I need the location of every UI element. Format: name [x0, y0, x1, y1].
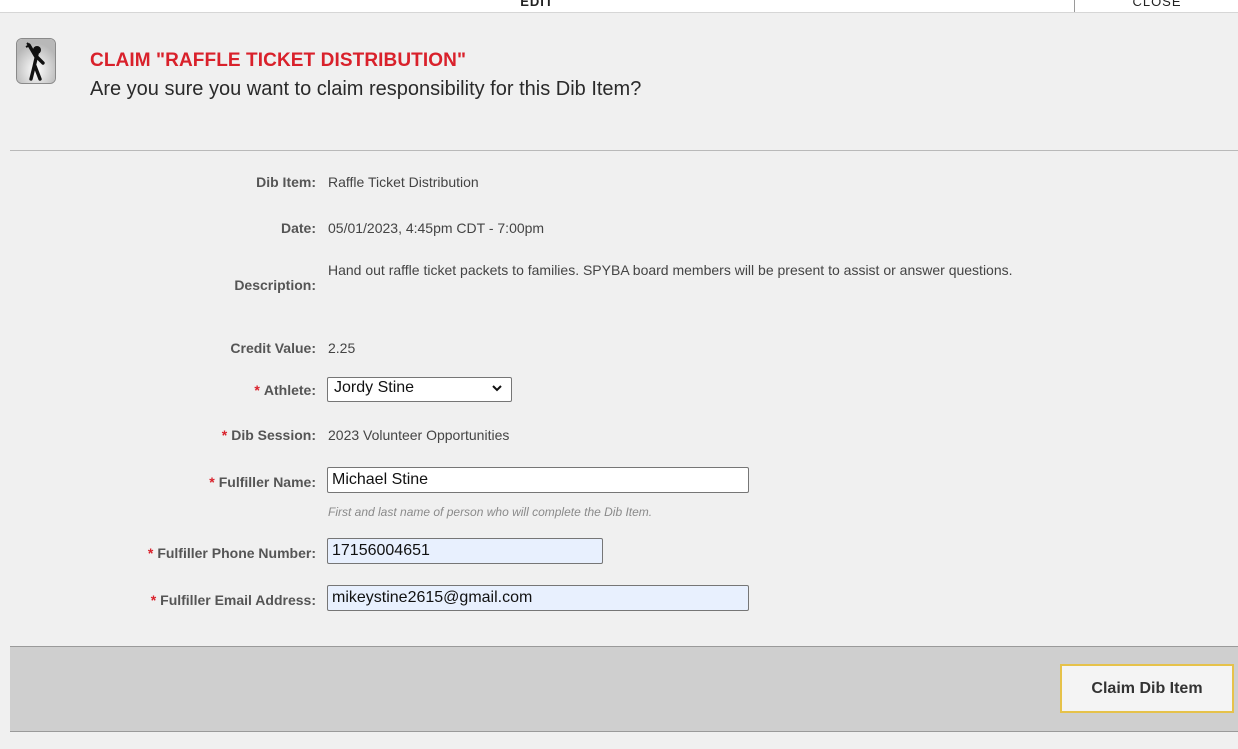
fulfiller-name-label-text: Fulfiller Name: [218, 474, 316, 490]
dialog-title: CLAIM "RAFFLE TICKET DISTRIBUTION" [90, 50, 467, 71]
fulfiller-phone-input[interactable] [327, 538, 603, 564]
dialog-header: CLAIM "RAFFLE TICKET DISTRIBUTION" Are y… [0, 12, 1238, 150]
dib-session-value: 2023 Volunteer Opportunities [328, 427, 510, 443]
fulfiller-name-input[interactable] [327, 467, 749, 493]
fulfiller-email-label-text: Fulfiller Email Address: [160, 592, 316, 608]
required-marker: * [254, 382, 260, 398]
required-marker: * [147, 545, 154, 561]
athlete-label: * Athlete: [254, 382, 316, 398]
required-marker: * [150, 592, 157, 608]
dib-session-label: * Dib Session: [222, 427, 316, 443]
fulfiller-phone-label-text: Fulfiller Phone Number: [157, 545, 316, 561]
athlete-label-text: Athlete: [263, 382, 316, 398]
close-button[interactable]: CLOSE [1074, 0, 1238, 12]
dib-item-label: Dib Item: [256, 174, 316, 190]
claim-dib-item-button[interactable]: Claim Dib Item [1060, 664, 1234, 713]
fulfiller-email-label: * Fulfiller Email Address: [151, 592, 316, 608]
date-value: 05/01/2023, 4:45pm CDT - 7:00pm [328, 220, 545, 236]
athlete-selected-value: Jordy Stine [334, 379, 415, 396]
fulfiller-name-hint: First and last name of person who will c… [328, 505, 653, 519]
required-marker: * [221, 427, 228, 443]
header-divider [10, 150, 1238, 151]
edit-button[interactable]: EDIT [0, 0, 1074, 12]
description-label: Description: [234, 277, 316, 293]
dib-item-value: Raffle Ticket Distribution [328, 174, 479, 190]
fulfiller-phone-label: * Fulfiller Phone Number: [148, 545, 316, 561]
athlete-select[interactable]: Jordy Stine [327, 377, 512, 402]
fulfiller-email-input[interactable] [327, 585, 749, 611]
dib-session-label-text: Dib Session: [231, 427, 316, 443]
fulfiller-name-label: * Fulfiller Name: [209, 474, 316, 490]
required-marker: * [209, 474, 215, 490]
chevron-down-icon [491, 382, 503, 397]
person-waving-icon [16, 38, 56, 84]
dialog-subtitle: Are you sure you want to claim responsib… [90, 78, 642, 100]
date-label: Date: [280, 220, 316, 236]
description-value: Hand out raffle ticket packets to famili… [328, 262, 1013, 278]
dialog-footer: Claim Dib Item [10, 646, 1238, 732]
credit-value-value: 2.25 [328, 340, 356, 356]
credit-value-label: Credit Value: [230, 340, 316, 356]
